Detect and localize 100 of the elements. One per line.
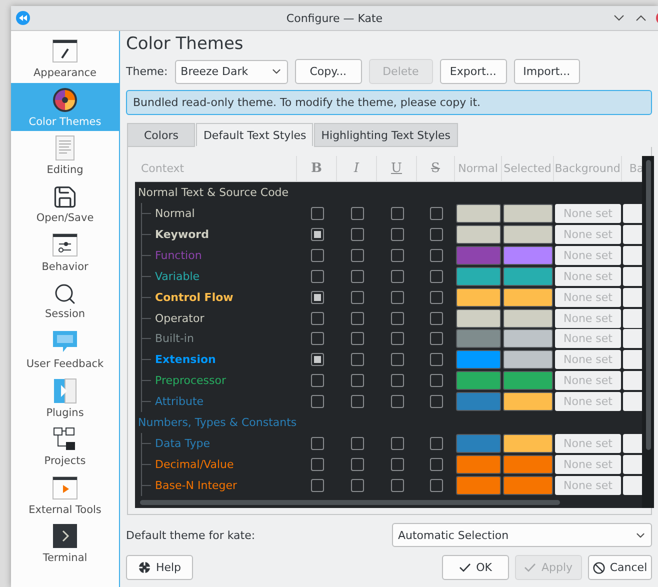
scrollbar-drawing[interactable] (140, 500, 560, 505)
checkbox[interactable] (310, 290, 324, 304)
dialog-button[interactable]: OK (442, 555, 509, 580)
checkbox[interactable] (310, 353, 324, 366)
default-theme-dropdown[interactable]: Automatic Selection (392, 523, 652, 547)
sidebar-item[interactable]: Plugins (11, 374, 119, 422)
color-swatch[interactable] (503, 455, 553, 474)
color-swatch[interactable] (456, 329, 501, 348)
color-swatch[interactable] (456, 308, 501, 328)
style-name[interactable]: Function (155, 248, 202, 262)
checkbox[interactable] (350, 332, 364, 346)
checkbox[interactable] (390, 395, 404, 408)
checkbox[interactable] (430, 248, 442, 262)
checkbox[interactable] (350, 270, 364, 283)
color-swatch[interactable] (456, 350, 501, 370)
checkbox[interactable] (390, 270, 404, 283)
toolbar-button[interactable]: Export... (440, 59, 507, 84)
checkbox[interactable] (430, 206, 442, 220)
checkbox[interactable] (310, 332, 324, 346)
color-swatch[interactable] (503, 329, 553, 348)
color-swatch[interactable] (503, 246, 553, 265)
toolbar-button[interactable]: Copy... (294, 59, 362, 84)
style-name[interactable]: Attribute (155, 395, 204, 408)
checkbox[interactable] (390, 353, 404, 366)
checkbox[interactable] (390, 312, 404, 325)
sidebar-item[interactable]: Behavior (11, 228, 119, 276)
checkbox[interactable] (310, 395, 324, 408)
checkbox[interactable] (350, 206, 364, 220)
color-swatch[interactable] (456, 246, 501, 265)
color-swatch[interactable] (503, 224, 553, 244)
minimize-icon[interactable] (614, 15, 624, 21)
sidebar-item[interactable]: Projects (11, 422, 119, 470)
checkbox[interactable] (350, 228, 364, 241)
color-swatch[interactable] (456, 371, 501, 390)
sidebar-item[interactable]: Appearance (11, 34, 119, 82)
checkbox[interactable] (310, 458, 324, 472)
style-name[interactable]: Control Flow (155, 290, 234, 304)
color-swatch[interactable] (503, 308, 553, 328)
color-swatch[interactable] (503, 476, 553, 496)
dialog-button[interactable]: Cancel (588, 555, 652, 580)
checkbox[interactable] (390, 374, 404, 388)
checkbox[interactable] (430, 353, 442, 366)
checkbox[interactable] (350, 395, 364, 408)
color-swatch[interactable] (503, 288, 553, 307)
checkbox[interactable] (390, 332, 404, 346)
sidebar-item[interactable]: Session (11, 276, 119, 325)
style-name[interactable]: Preprocessor (155, 374, 226, 388)
style-name[interactable]: Normal (155, 206, 195, 220)
checkbox[interactable] (390, 458, 404, 472)
checkbox[interactable] (350, 458, 364, 472)
help-button[interactable]: Help (126, 555, 193, 580)
checkbox[interactable] (390, 437, 404, 450)
sidebar-item[interactable]: Open/Save (11, 180, 119, 228)
style-name[interactable]: Built-in (155, 332, 194, 346)
checkbox[interactable] (350, 437, 364, 450)
style-name[interactable]: Base-N Integer (155, 479, 238, 492)
tab[interactable]: Default Text Styles (196, 123, 314, 146)
style-name[interactable]: Keyword (155, 228, 209, 241)
checkbox[interactable] (430, 374, 442, 388)
column-header[interactable]: I (337, 156, 377, 182)
column-header[interactable]: B (297, 156, 337, 182)
maximize-icon[interactable] (636, 15, 646, 21)
style-name[interactable]: Extension (155, 353, 216, 366)
style-name[interactable]: Data Type (155, 437, 210, 450)
checkbox[interactable] (430, 479, 442, 492)
color-swatch[interactable] (503, 371, 553, 390)
style-name[interactable]: Variable (155, 270, 200, 283)
checkbox[interactable] (310, 270, 324, 283)
color-swatch[interactable] (456, 434, 501, 454)
checkbox[interactable] (350, 312, 364, 325)
checkbox[interactable] (390, 206, 404, 220)
checkbox[interactable] (310, 248, 324, 262)
checkbox[interactable] (310, 312, 324, 325)
color-swatch[interactable] (503, 434, 553, 454)
group-title[interactable]: Normal Text & Source Code (138, 186, 289, 199)
color-swatch[interactable] (503, 392, 553, 412)
color-swatch[interactable] (503, 204, 553, 223)
color-swatch[interactable] (503, 266, 553, 286)
checkbox[interactable] (310, 374, 324, 388)
color-swatch[interactable] (456, 224, 501, 244)
checkbox[interactable] (350, 479, 364, 492)
style-name[interactable]: Operator (155, 312, 204, 325)
checkbox[interactable] (310, 479, 324, 492)
group-title[interactable]: Numbers, Types & Constants (138, 416, 297, 430)
checkbox[interactable] (350, 374, 364, 388)
checkbox[interactable] (390, 228, 404, 241)
checkbox[interactable] (430, 332, 442, 346)
checkbox[interactable] (310, 228, 324, 241)
checkbox[interactable] (310, 206, 324, 220)
checkbox[interactable] (390, 479, 404, 492)
sidebar-item[interactable]: Terminal (11, 519, 119, 568)
checkbox[interactable] (350, 248, 364, 262)
theme-dropdown[interactable]: Breeze Dark (174, 60, 288, 84)
sidebar-item[interactable]: External Tools (11, 470, 119, 519)
checkbox[interactable] (430, 395, 442, 408)
sidebar-item[interactable]: Editing (11, 131, 119, 180)
sidebar-item[interactable]: User Feedback (11, 325, 119, 374)
toolbar-button[interactable]: Import... (514, 59, 580, 84)
checkbox[interactable] (350, 290, 364, 304)
scrollbar-drawing[interactable] (646, 160, 650, 450)
